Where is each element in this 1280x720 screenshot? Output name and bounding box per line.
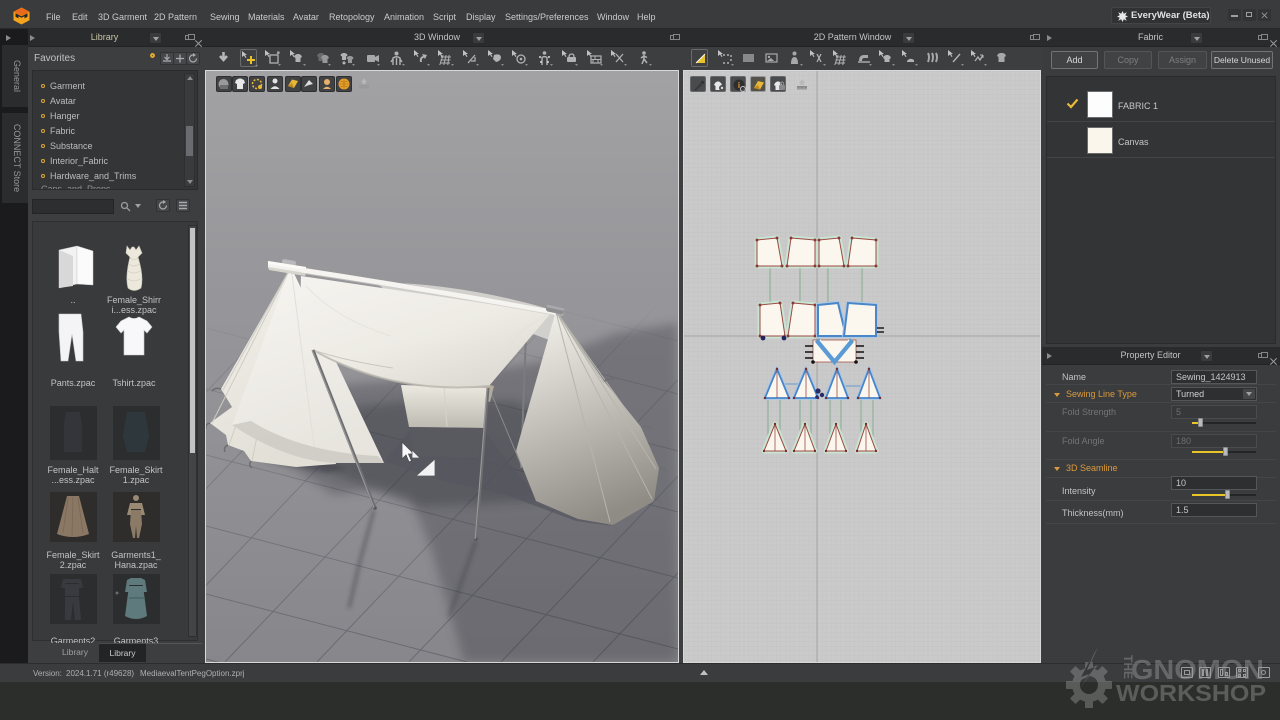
svg-text:i: i — [738, 81, 740, 90]
svg-text:General: General — [12, 60, 22, 92]
svg-text:CONNECT Store: CONNECT Store — [12, 124, 22, 192]
svg-text:WORKSHOP: WORKSHOP — [1116, 680, 1266, 706]
